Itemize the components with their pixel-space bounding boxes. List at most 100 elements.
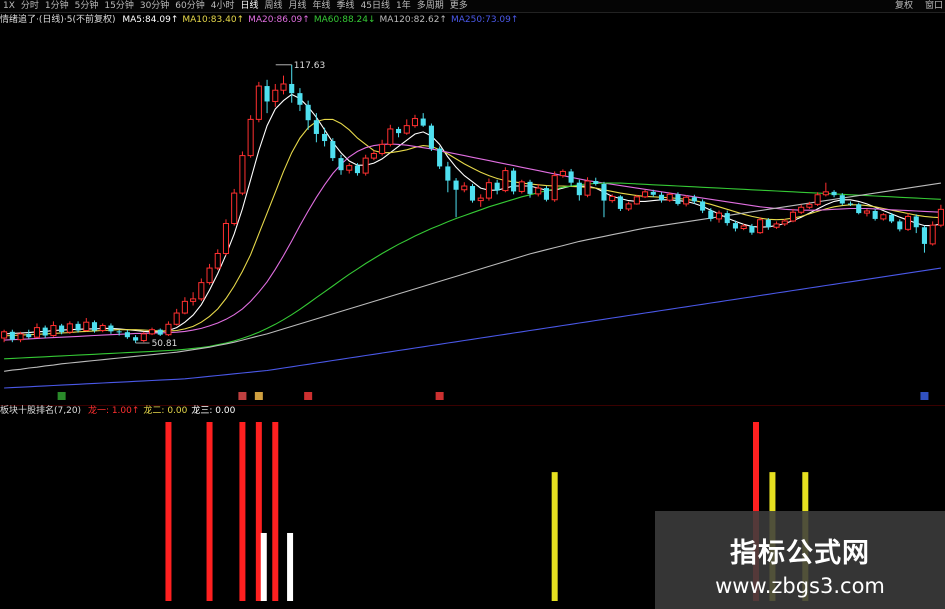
candle-down (108, 325, 114, 332)
candle-down (289, 83, 295, 94)
candle-up (715, 212, 723, 220)
timeframe-tab[interactable]: 周线 (262, 0, 286, 12)
candle-up (798, 206, 805, 213)
indicator-title: 板块十股排名(7,20) (0, 406, 82, 416)
candle-up (247, 118, 254, 157)
candle-up (214, 252, 221, 269)
timeframe-tab[interactable]: 5分钟 (72, 0, 102, 12)
toolbar-button[interactable]: 复权 (895, 0, 913, 12)
candle-up (1, 331, 8, 339)
candle-down (724, 213, 730, 224)
candle-down (617, 196, 623, 209)
candle-up (148, 329, 156, 335)
timeframe-tab[interactable]: 多周期 (414, 0, 447, 12)
candle-down (765, 219, 771, 228)
candle-up (814, 194, 821, 205)
timeframe-tab[interactable]: 更多 (447, 0, 471, 12)
candle-up (535, 187, 542, 195)
indicator-legend-item: 龙一: 1.00↑ (87, 406, 140, 416)
chart-title: 情绪追了·(日线)·5(不前复权) (0, 15, 116, 25)
ma-legend-item: MA120:82.62↑ (379, 15, 447, 25)
candle-down (437, 148, 443, 167)
candle-up (379, 143, 386, 155)
timeframe-tab[interactable]: 分时 (18, 0, 42, 12)
timeframe-tab[interactable]: 30分钟 (137, 0, 172, 12)
timeframe-tab[interactable]: 1X (0, 0, 18, 12)
candle-up (403, 125, 410, 134)
candle-up (239, 155, 246, 194)
high-price-label: 117.63 (294, 61, 326, 71)
candle-up (99, 325, 106, 332)
candle-up (33, 327, 41, 338)
candle-down (527, 181, 533, 194)
candle-down (354, 165, 361, 174)
candle-up (280, 83, 287, 91)
ma-line-ma5 (4, 93, 942, 335)
candle-down (305, 104, 311, 121)
candle-down (124, 332, 130, 338)
candle-up (206, 267, 213, 284)
candle-down (675, 194, 681, 204)
candle-down (691, 197, 697, 202)
candle-up (370, 153, 377, 159)
candle-down (338, 158, 344, 171)
candle-up (140, 333, 147, 342)
timeframe-tab[interactable]: 4小时 (208, 0, 238, 12)
candle-down (732, 223, 739, 229)
candle-up (502, 170, 509, 192)
candle-up (411, 118, 419, 127)
timeframe-tab[interactable]: 年线 (310, 0, 334, 12)
candle-down (921, 227, 928, 244)
candle-down (91, 322, 98, 331)
candle-down (322, 133, 328, 142)
candle-up (190, 298, 197, 302)
indicator-legend-item: 龙三: 0.00 (191, 406, 236, 416)
timeframe-tab[interactable]: 60分钟 (172, 0, 207, 12)
candle-down (297, 93, 303, 105)
toolbar-button[interactable]: 窗口 (925, 0, 943, 12)
candle-up (781, 220, 788, 225)
candle-up (222, 222, 230, 254)
candle-up (461, 185, 468, 191)
timeframe-tab[interactable]: 月线 (286, 0, 310, 12)
candle-down (428, 125, 434, 149)
candle-down (897, 221, 903, 230)
candle-up (773, 223, 780, 228)
timeframe-tab[interactable]: 日线 (237, 0, 261, 12)
timeframe-tab[interactable]: 季线 (334, 0, 358, 12)
candle-up (485, 182, 492, 199)
candle-down (453, 180, 459, 190)
signal-marker (304, 392, 313, 400)
candle-up (642, 191, 649, 198)
watermark-title: 指标公式网 (730, 538, 870, 569)
signal-marker (920, 392, 929, 400)
candle-up (806, 203, 813, 208)
candle-up (625, 203, 632, 210)
candle-down (593, 181, 599, 184)
timeframe-tab[interactable]: 15分钟 (101, 0, 136, 12)
low-price-label: 50.81 (152, 339, 178, 349)
candle-up (50, 325, 57, 337)
candle-down (157, 329, 163, 335)
candle-up (362, 157, 369, 174)
timeframe-tab[interactable]: 45日线 (358, 0, 393, 12)
candle-down (395, 128, 402, 134)
ma-line-ma250 (4, 267, 941, 389)
candle-down (658, 194, 665, 201)
timeframe-tab[interactable]: 1年 (393, 0, 414, 12)
candle-up (181, 300, 188, 314)
candle-down (313, 120, 319, 134)
signal-marker (57, 392, 66, 400)
candle-down (847, 203, 854, 205)
watermark: 指标公式网 www.zbgs3.com (655, 511, 945, 609)
indicator-bar (239, 422, 246, 601)
candle-down (445, 166, 451, 181)
candle-down (601, 183, 607, 201)
candle-up (231, 192, 238, 224)
price-chart[interactable]: 117.63 50.81 (0, 28, 945, 404)
candle-down (831, 191, 837, 196)
indicator-legend-item: 龙二: 0.00 (143, 406, 188, 416)
candle-down (75, 323, 81, 331)
candle-down (330, 141, 336, 159)
timeframe-tab[interactable]: 1分钟 (42, 0, 72, 12)
